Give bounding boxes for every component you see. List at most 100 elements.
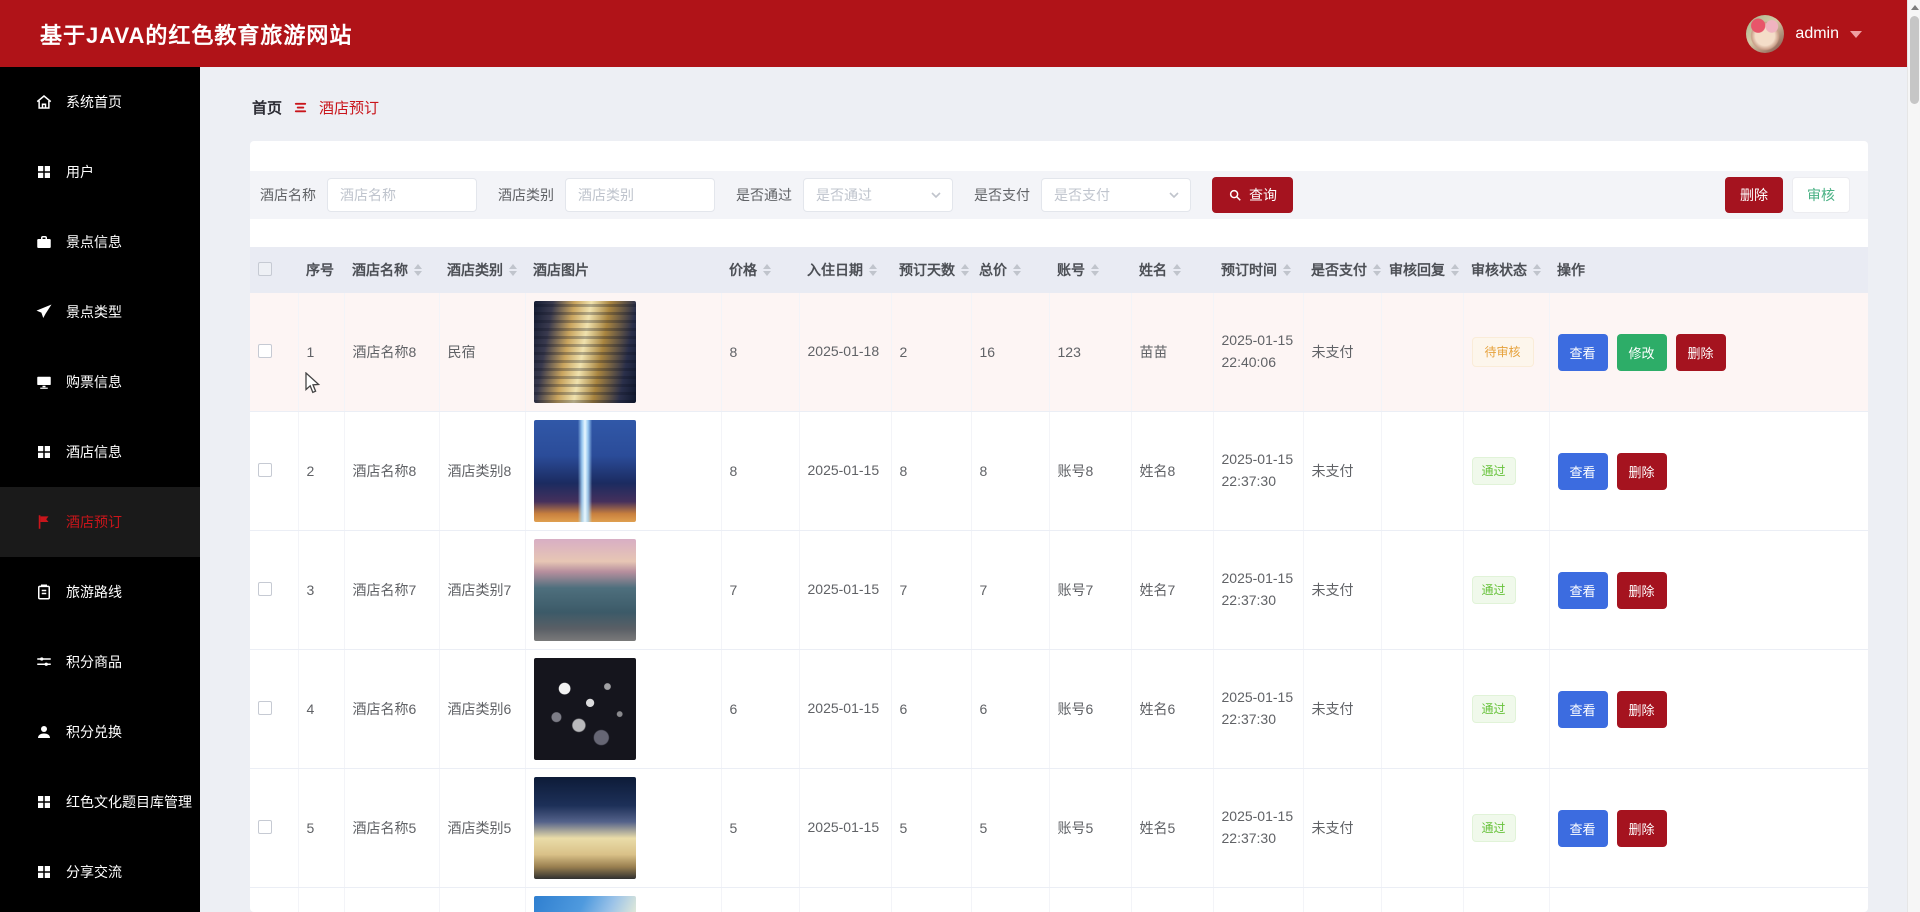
row-checkbox[interactable] <box>258 819 272 834</box>
cell-paid: 未支付 <box>1303 530 1382 650</box>
sidebar-item-11[interactable]: 分享交流 <box>0 837 200 907</box>
cell-price <box>721 887 800 912</box>
row-view-button[interactable]: 查看 <box>1557 452 1608 490</box>
row-delete-button[interactable]: 删除 <box>1675 333 1726 371</box>
row-view-button[interactable]: 查看 <box>1557 333 1608 371</box>
cell-reply <box>1381 530 1464 650</box>
table-row: 5 酒店名称5 酒店类别5 5 2025-01-15 5 5 账号5 姓名5 2025-01-15… <box>250 768 1868 888</box>
approved-select[interactable]: 是否通过 <box>803 178 953 212</box>
cell-realname <box>1131 887 1214 912</box>
audit-status-badge: 待审核 <box>1471 337 1534 367</box>
sidebar: 系统首页 用户 景点信息 景点类型购票信息酒店信息酒店预订 旅游路线 积分商品 积分兑换红色… <box>0 67 200 912</box>
row-delete-button[interactable]: 删除 <box>1616 690 1667 728</box>
sort-caret-icon[interactable] <box>1451 264 1459 276</box>
cell-reply <box>1381 411 1464 531</box>
scroll-up-icon[interactable] <box>1908 0 1920 15</box>
row-view-button[interactable]: 查看 <box>1557 571 1608 609</box>
page-scrollbar[interactable] <box>1907 0 1920 912</box>
row-delete-button[interactable]: 删除 <box>1616 809 1667 847</box>
row-checkbox[interactable] <box>258 343 272 358</box>
sort-caret-icon[interactable] <box>961 264 969 276</box>
row-checkbox[interactable] <box>258 700 272 715</box>
batch-delete-button[interactable]: 删除 <box>1725 177 1783 213</box>
sort-caret-icon[interactable] <box>1373 264 1381 276</box>
sidebar-item-7[interactable]: 旅游路线 <box>0 557 200 627</box>
sidebar-item-1[interactable]: 用户 <box>0 137 200 207</box>
cell-booktime: 2025-01-15 22:40:06 <box>1213 293 1304 412</box>
hotel-category-input[interactable] <box>565 178 715 212</box>
cell-reply <box>1381 768 1464 888</box>
sidebar-item-9[interactable]: 积分兑换 <box>0 697 200 767</box>
sidebar-item-8[interactable]: 积分商品 <box>0 627 200 697</box>
sidebar-item-6[interactable]: 酒店预订 <box>0 487 200 557</box>
sort-caret-icon[interactable] <box>1283 264 1291 276</box>
column-header-total: 总价 <box>971 247 1049 293</box>
hotel-image <box>533 777 636 879</box>
cell-index: 5 <box>298 768 345 888</box>
cell-category: 民宿 <box>439 293 526 412</box>
cell-category: 酒店类别7 <box>439 530 526 650</box>
sliders-icon <box>35 653 53 671</box>
row-select-cell <box>250 887 299 912</box>
cell-name: 酒店名称5 <box>344 768 440 888</box>
sort-caret-icon[interactable] <box>1013 264 1021 276</box>
cell-image <box>525 293 722 412</box>
sidebar-item-10[interactable]: 红色文化题目库管理 <box>0 767 200 837</box>
sidebar-item-0[interactable]: 系统首页 <box>0 67 200 137</box>
cell-checkin: 2025-01-15 <box>799 530 892 650</box>
cell-category <box>439 887 526 912</box>
user-avatar[interactable] <box>1746 14 1785 53</box>
hotel-name-input[interactable] <box>327 178 477 212</box>
sidebar-item-label: 酒店信息 <box>66 444 122 460</box>
row-view-button[interactable]: 查看 <box>1557 809 1608 847</box>
cell-account: 账号6 <box>1049 649 1132 769</box>
row-view-button[interactable]: 查看 <box>1557 690 1608 728</box>
sidebar-item-label: 红色文化题目库管理 <box>66 794 192 810</box>
table-row: 3 酒店名称7 酒店类别7 7 2025-01-15 7 7 账号7 姓名7 2025-01-15… <box>250 530 1868 650</box>
sort-caret-icon[interactable] <box>1533 264 1541 276</box>
flag-icon <box>35 513 53 531</box>
paid-select[interactable]: 是否支付 <box>1041 178 1191 212</box>
sidebar-item-5[interactable]: 酒店信息 <box>0 417 200 487</box>
select-all-checkbox[interactable] <box>258 261 272 276</box>
cell-actions: 查看 删除 <box>1549 768 1868 888</box>
cell-image <box>525 887 722 912</box>
sidebar-item-2[interactable]: 景点信息 <box>0 207 200 277</box>
breadcrumb-home[interactable]: 首页 <box>252 97 282 118</box>
batch-audit-button[interactable]: 审核 <box>1792 177 1850 213</box>
cell-price: 8 <box>721 293 800 412</box>
row-delete-button[interactable]: 删除 <box>1616 571 1667 609</box>
cell-paid: 未支付 <box>1303 411 1382 531</box>
sidebar-item-4[interactable]: 购票信息 <box>0 347 200 417</box>
row-checkbox[interactable] <box>258 581 272 596</box>
row-checkbox[interactable] <box>258 462 272 477</box>
send-icon <box>35 303 53 321</box>
sidebar-item-label: 分享交流 <box>66 864 122 880</box>
cell-name <box>344 887 440 912</box>
sort-caret-icon[interactable] <box>414 264 422 276</box>
sort-caret-icon[interactable] <box>1173 264 1181 276</box>
sidebar-item-label: 购票信息 <box>66 374 122 390</box>
search-button[interactable]: 查询 <box>1212 177 1293 213</box>
scrollbar-thumb[interactable] <box>1910 16 1919 104</box>
row-select-cell <box>250 649 299 769</box>
cell-index <box>298 887 345 912</box>
cell-actions: 查看 删除 <box>1549 649 1868 769</box>
row-delete-button[interactable]: 删除 <box>1616 452 1667 490</box>
cell-paid: 未支付 <box>1303 768 1382 888</box>
content-card: 酒店名称 酒店类别 是否通过 是否通过 是否支付 <box>250 141 1868 912</box>
hotel-image <box>533 539 636 641</box>
row-edit-button[interactable]: 修改 <box>1616 333 1667 371</box>
hotel-image <box>533 658 636 760</box>
sort-caret-icon[interactable] <box>1091 264 1099 276</box>
sort-caret-icon[interactable] <box>869 264 877 276</box>
sort-caret-icon[interactable] <box>509 264 517 276</box>
chevron-down-icon <box>931 192 941 199</box>
sidebar-item-3[interactable]: 景点类型 <box>0 277 200 347</box>
cell-audit: 待审核 <box>1463 293 1550 412</box>
sort-caret-icon[interactable] <box>763 264 771 276</box>
user-menu[interactable]: admin <box>1746 14 1862 53</box>
cell-realname: 姓名5 <box>1131 768 1214 888</box>
cell-total: 7 <box>971 530 1050 650</box>
clipboard-icon <box>35 583 53 601</box>
